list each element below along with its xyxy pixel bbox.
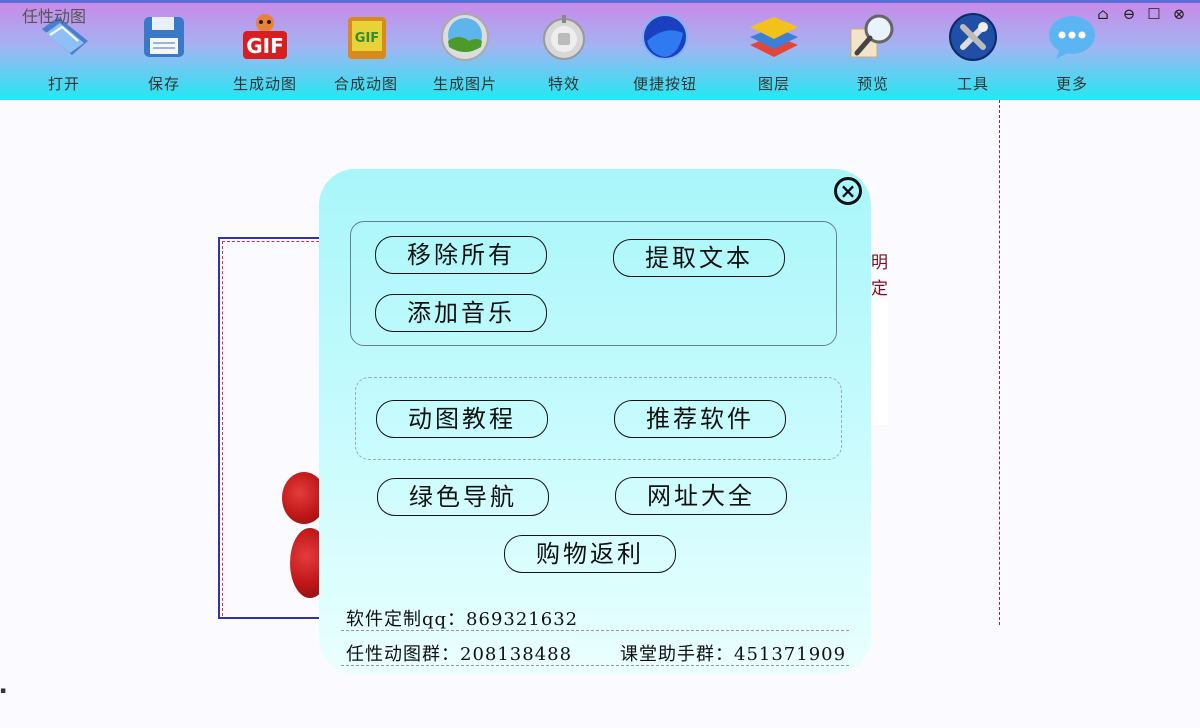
quick-button-icon [639,11,691,63]
more-dialog: × 移除所有 提取文本 添加音乐 动图教程 推荐软件 绿色导航 网址大全 购物返… [319,169,871,674]
save-disk-icon [138,11,190,63]
toolbar-open-label: 打开 [47,75,80,93]
toolbar-make-image-label: 生成图片 [432,75,497,93]
toolbar-effects-label: 特效 [547,75,580,93]
image-icon [439,11,491,63]
toolbar-quick-label: 便捷按钮 [632,75,697,93]
gif-merge-icon: GIF [340,11,392,63]
toolbar-make-image-button[interactable]: 生成图片 [420,11,510,94]
shopping-rebate-button[interactable]: 购物返利 [504,535,676,573]
toolbar-preview-label: 预览 [856,75,889,93]
layers-icon [748,11,800,63]
toolbar-make-gif-label: 生成动图 [232,75,297,93]
toolbar-preview-button[interactable]: 预览 [828,11,918,94]
toolbar-effects-button[interactable]: 特效 [519,11,609,94]
toolbar-quick-button[interactable]: 便捷按钮 [620,11,710,94]
app-title: 任性动图 [22,7,87,26]
info-divider-1 [341,630,849,631]
side-text-1: 明 [871,253,888,273]
effects-icon [538,11,590,63]
toolbar-save-label: 保存 [147,75,180,93]
toolbar-more-button[interactable]: 更多 [1027,11,1117,94]
gif-make-icon: GIF [239,11,291,63]
gif-group-text: 任性动图群：208138488 [346,644,573,665]
toolbar-tools-label: 工具 [956,75,989,93]
recommend-software-button[interactable]: 推荐软件 [614,400,786,438]
gif-tutorial-button[interactable]: 动图教程 [376,400,548,438]
green-nav-button[interactable]: 绿色导航 [377,478,549,516]
close-icon[interactable]: ⊗ [1170,5,1188,23]
magnifier-icon [847,11,899,63]
toolbar-layers-button[interactable]: 图层 [729,11,819,94]
left-edge-mark: ▪ [0,686,7,696]
svg-text:GIF: GIF [246,34,284,58]
remove-all-button[interactable]: 移除所有 [375,236,547,274]
minimize-icon[interactable]: ⊖ [1120,5,1138,23]
maximize-icon[interactable]: ☐ [1145,5,1163,23]
toolbar-more-label: 更多 [1055,75,1088,93]
toolbar-layers-label: 图层 [757,75,790,93]
url-collection-button[interactable]: 网址大全 [615,477,787,515]
main-toolbar: 任性动图 打开 保存 GIF 生成动图 GIF 合成动图 生成图片 特效 便捷按… [0,0,1200,100]
more-chat-icon [1046,11,1098,63]
toolbar-tools-button[interactable]: 工具 [928,11,1018,94]
toolbar-make-gif-button[interactable]: GIF 生成动图 [220,11,310,94]
close-circle-icon[interactable]: × [834,177,862,205]
class-group-text: 课堂助手群：451371909 [620,644,847,665]
canvas-boundary-line [999,100,1000,625]
home-icon[interactable]: ⌂ [1094,5,1112,23]
side-text-2: 定 [871,279,888,299]
custom-qq-text: 软件定制qq：869321632 [346,609,579,630]
info-divider-2 [341,665,849,666]
toolbar-merge-gif-label: 合成动图 [333,75,398,93]
svg-text:GIF: GIF [355,31,379,46]
extract-text-button[interactable]: 提取文本 [613,239,785,277]
add-music-button[interactable]: 添加音乐 [375,294,547,332]
toolbar-merge-gif-button[interactable]: GIF 合成动图 [321,11,411,94]
tools-icon [947,11,999,63]
toolbar-save-button[interactable]: 保存 [119,11,209,94]
